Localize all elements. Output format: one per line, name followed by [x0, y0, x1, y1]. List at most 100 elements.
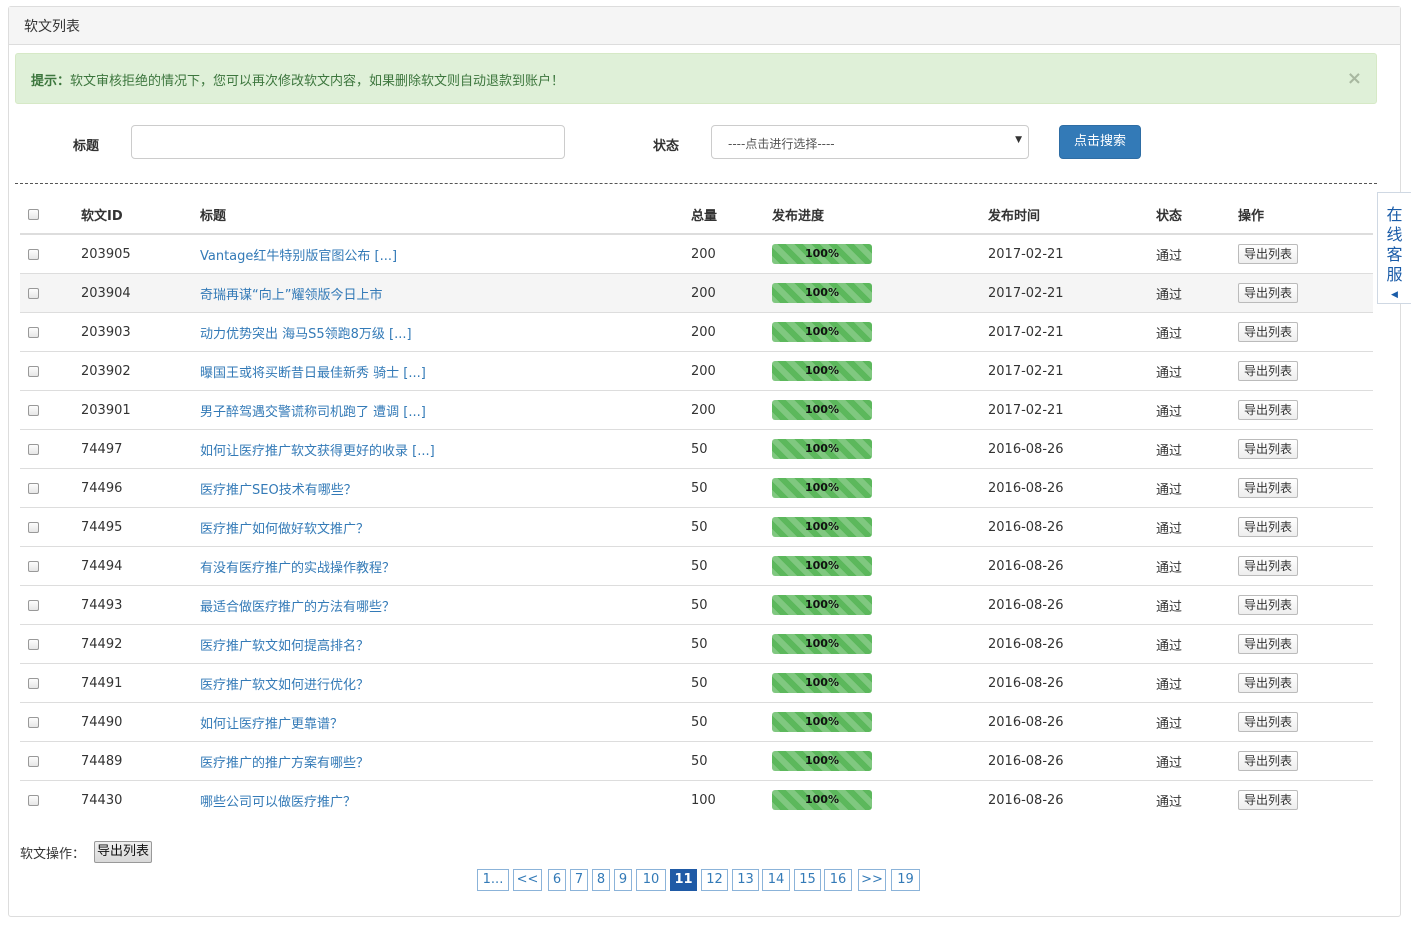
table-row: 74492 医疗推广软文如何提高排名？ 50 100% 2016-08-26 通过 导出列表 — [20, 624, 1373, 664]
page-link[interactable]: >> — [858, 869, 886, 891]
page-link[interactable]: 13 — [732, 869, 759, 891]
row-checkbox[interactable] — [28, 794, 39, 806]
close-icon[interactable]: × — [1347, 68, 1362, 89]
row-title-link[interactable]: 医疗推广软文如何提高排名？ — [200, 639, 369, 654]
row-status: 通过 — [1156, 702, 1238, 742]
row-checkbox[interactable] — [28, 560, 39, 572]
select-all-checkbox[interactable] — [28, 209, 39, 220]
page-link[interactable]: 9 — [614, 869, 632, 891]
row-title-link[interactable]: 哪些公司可以做医疗推广？ — [200, 795, 356, 810]
export-list-button[interactable]: 导出列表 — [1238, 361, 1299, 381]
row-title-link[interactable]: 有没有医疗推广的实战操作教程？ — [200, 561, 395, 576]
header-progress: 发布进度 — [772, 196, 988, 235]
export-list-button[interactable]: 导出列表 — [1238, 322, 1299, 342]
row-title-link[interactable]: 曝国王或将买断昔日最佳新秀 骑士 [...] — [200, 366, 426, 381]
export-list-button[interactable]: 导出列表 — [1238, 400, 1299, 420]
row-id: 203904 — [81, 273, 200, 313]
export-list-button[interactable]: 导出列表 — [1238, 439, 1299, 459]
export-list-button[interactable]: 导出列表 — [1238, 517, 1299, 537]
row-title-link[interactable]: 如何让医疗推广软文获得更好的收录 [...] — [200, 444, 435, 459]
table-row: 74489 医疗推广的推广方案有哪些？ 50 100% 2016-08-26 通过 导出列表 — [20, 741, 1373, 781]
export-list-button[interactable]: 导出列表 — [1238, 244, 1299, 264]
export-list-button[interactable]: 导出列表 — [1238, 595, 1299, 615]
export-list-button[interactable]: 导出列表 — [1238, 478, 1299, 498]
page-link[interactable]: 8 — [592, 869, 610, 891]
row-checkbox[interactable] — [28, 248, 39, 260]
row-total: 50 — [691, 429, 772, 469]
row-title-link[interactable]: 医疗推广的推广方案有哪些？ — [200, 756, 369, 771]
row-time: 2016-08-26 — [988, 741, 1156, 781]
bulk-export-button[interactable]: 导出列表 — [94, 841, 153, 863]
row-title-link[interactable]: 最适合做医疗推广的方法有哪些？ — [200, 600, 395, 615]
title-search-label: 标题 — [73, 139, 100, 154]
row-time: 2016-08-26 — [988, 507, 1156, 547]
row-checkbox[interactable] — [28, 599, 39, 611]
export-list-button[interactable]: 导出列表 — [1238, 283, 1299, 303]
row-checkbox[interactable] — [28, 404, 39, 416]
progress-bar: 100% — [772, 439, 872, 459]
row-title-link[interactable]: 男子醉驾遇交警谎称司机跑了 遭调 [...] — [200, 405, 426, 420]
progress-bar: 100% — [772, 478, 872, 498]
page-link[interactable]: 14 — [762, 869, 790, 891]
row-title-link[interactable]: 医疗推广软文如何进行优化？ — [200, 678, 369, 693]
row-id: 74494 — [81, 546, 200, 586]
row-time: 2016-08-26 — [988, 702, 1156, 742]
row-status: 通过 — [1156, 663, 1238, 703]
page-link[interactable]: << — [513, 869, 542, 891]
row-id: 74493 — [81, 585, 200, 625]
row-title-link[interactable]: 医疗推广SEO技术有哪些？ — [200, 483, 357, 498]
online-service-tab[interactable]: 在线客服 ◀ — [1377, 192, 1411, 304]
row-checkbox[interactable] — [28, 755, 39, 767]
header-status: 状态 — [1156, 196, 1238, 235]
page-link[interactable]: 12 — [701, 869, 728, 891]
row-id: 74489 — [81, 741, 200, 781]
row-total: 50 — [691, 468, 772, 508]
row-id: 74496 — [81, 468, 200, 508]
footer-label: 软文操作： — [20, 847, 86, 862]
title-search-input[interactable] — [131, 125, 565, 159]
row-checkbox[interactable] — [28, 638, 39, 650]
row-title-link[interactable]: 动力优势突出 海马S5领跑8万级 [...] — [200, 327, 412, 342]
softarticle-table: 软文ID 标题 总量 发布进度 发布时间 状态 操作 203905 Vantage… — [20, 196, 1373, 819]
page-link[interactable]: 6 — [548, 869, 566, 891]
row-title-link[interactable]: Vantage红牛特别版官图公布 [...] — [200, 249, 397, 264]
row-checkbox[interactable] — [28, 677, 39, 689]
row-id: 74497 — [81, 429, 200, 469]
status-select[interactable]: ----点击进行选择---- ▼ — [711, 125, 1029, 159]
row-title-link[interactable]: 医疗推广如何做好软文推广？ — [200, 522, 369, 537]
row-checkbox[interactable] — [28, 365, 39, 377]
row-status: 通过 — [1156, 507, 1238, 547]
row-total: 50 — [691, 663, 772, 703]
page-link[interactable]: 10 — [636, 869, 666, 891]
page-link[interactable]: 15 — [794, 869, 821, 891]
row-status: 通过 — [1156, 429, 1238, 469]
export-list-button[interactable]: 导出列表 — [1238, 556, 1299, 576]
export-list-button[interactable]: 导出列表 — [1238, 790, 1299, 810]
progress-bar: 100% — [772, 790, 872, 810]
page-link[interactable]: 16 — [824, 869, 852, 891]
row-title-link[interactable]: 奇瑞再谋“向上”耀领版今日上市 — [200, 288, 382, 303]
table-row: 74430 哪些公司可以做医疗推广？ 100 100% 2016-08-26 通过 导出列表 — [20, 780, 1373, 819]
header-total: 总量 — [691, 196, 772, 235]
progress-bar: 100% — [772, 673, 872, 693]
row-status: 通过 — [1156, 624, 1238, 664]
row-checkbox[interactable] — [28, 521, 39, 533]
row-checkbox[interactable] — [28, 287, 39, 299]
export-list-button[interactable]: 导出列表 — [1238, 751, 1299, 771]
row-title-link[interactable]: 如何让医疗推广更靠谱？ — [200, 717, 343, 732]
page-link[interactable]: 1... — [477, 869, 509, 891]
row-checkbox[interactable] — [28, 716, 39, 728]
row-total: 200 — [691, 233, 772, 274]
row-checkbox[interactable] — [28, 443, 39, 455]
page-link[interactable]: 7 — [570, 869, 588, 891]
search-button[interactable]: 点击搜索 — [1059, 125, 1141, 159]
export-list-button[interactable]: 导出列表 — [1238, 673, 1299, 693]
row-checkbox[interactable] — [28, 482, 39, 494]
export-list-button[interactable]: 导出列表 — [1238, 712, 1299, 732]
row-checkbox[interactable] — [28, 326, 39, 338]
page-link[interactable]: 11 — [670, 869, 697, 891]
page-link[interactable]: 19 — [891, 869, 920, 891]
table-row: 74496 医疗推广SEO技术有哪些？ 50 100% 2016-08-26 通过 导出列表 — [20, 468, 1373, 508]
row-status: 通过 — [1156, 468, 1238, 508]
export-list-button[interactable]: 导出列表 — [1238, 634, 1299, 654]
